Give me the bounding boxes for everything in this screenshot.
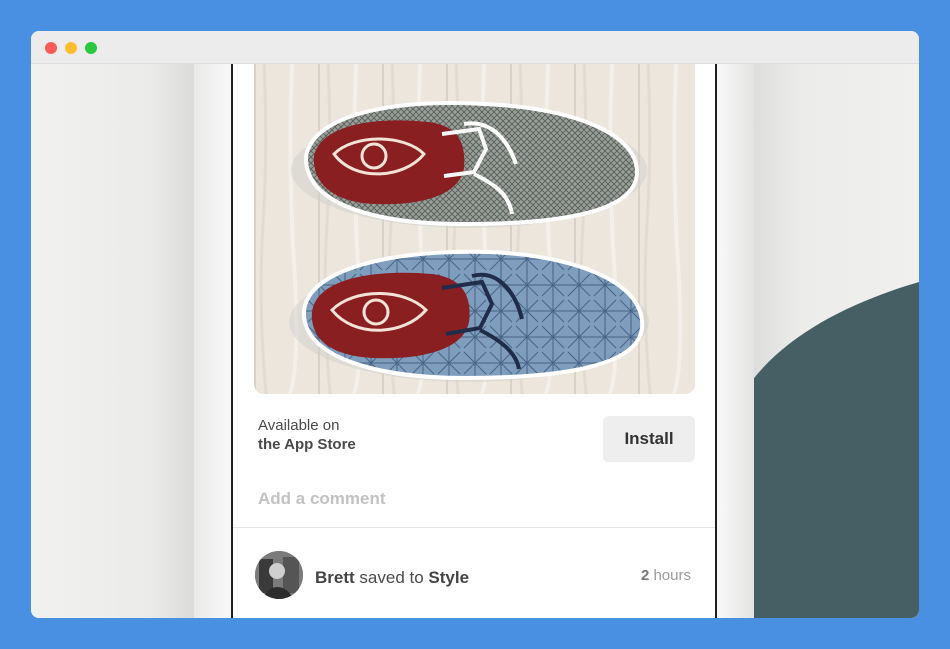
activity-board[interactable]: Style: [428, 568, 469, 587]
minimize-dot-icon[interactable]: [65, 42, 77, 54]
activity-user[interactable]: Brett: [315, 568, 355, 587]
teal-decoration: [751, 282, 919, 618]
availability-label: Available on: [258, 417, 340, 434]
avatar[interactable]: [255, 551, 303, 599]
availability-store: the App Store: [258, 436, 356, 453]
background-left: [31, 64, 201, 618]
activity-text: Brett saved to Style: [315, 568, 469, 588]
divider: [233, 527, 715, 528]
install-button[interactable]: Install: [603, 416, 695, 462]
timestamp-value: 2: [640, 567, 650, 584]
timestamp: 2 hours: [641, 567, 691, 584]
pin-image[interactable]: [254, 64, 695, 394]
maximize-dot-icon[interactable]: [85, 42, 97, 54]
comment-input[interactable]: [258, 484, 638, 514]
browser-window: Available on the App Store Install Brett…: [31, 31, 919, 618]
timestamp-unit: hours: [653, 567, 691, 584]
scene: Available on the App Store Install Brett…: [31, 64, 919, 618]
title-bar: [31, 31, 919, 64]
close-dot-icon[interactable]: [45, 42, 57, 54]
activity-action: saved to: [359, 568, 424, 587]
phone-screen: Available on the App Store Install Brett…: [231, 64, 717, 618]
